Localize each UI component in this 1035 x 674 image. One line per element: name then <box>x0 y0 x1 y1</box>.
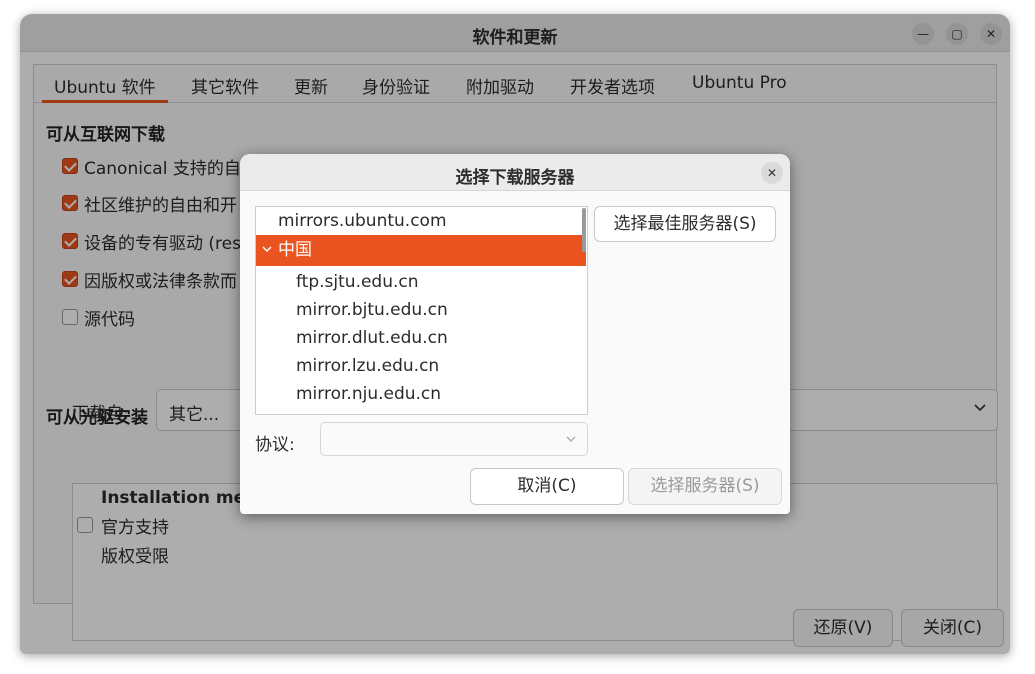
choose-server-dialog: 选择下载服务器 ✕ mirrors.ubuntu.com 中国 ftp.sjtu… <box>240 154 790 514</box>
tree-scrollbar[interactable] <box>582 208 586 252</box>
mirror-row[interactable]: mirror.nju.edu.cn <box>256 380 586 408</box>
chevron-down-icon <box>566 436 576 442</box>
cancel-button[interactable]: 取消(C) <box>470 468 624 505</box>
dialog-title: 选择下载服务器 <box>455 168 575 188</box>
mirror-country-label: 中国 <box>278 240 312 260</box>
mirror-row[interactable]: mirror.bjtu.edu.cn <box>256 296 586 324</box>
mirror-country-row[interactable]: 中国 <box>256 235 586 266</box>
mirror-tree[interactable]: mirrors.ubuntu.com 中国 ftp.sjtu.edu.cn mi… <box>255 206 588 415</box>
protocol-label: 协议: <box>255 435 295 455</box>
dialog-titlebar: 选择下载服务器 ✕ <box>240 154 790 191</box>
dialog-close-button[interactable]: ✕ <box>761 162 783 184</box>
mirror-row[interactable]: mirror.lzu.edu.cn <box>256 352 586 380</box>
mirror-row-main-server[interactable]: mirrors.ubuntu.com <box>256 207 586 235</box>
chevron-down-icon[interactable] <box>262 244 272 254</box>
mirror-row[interactable]: ftp.sjtu.edu.cn <box>256 268 586 296</box>
mirror-row[interactable]: mirror.dlut.edu.cn <box>256 324 586 352</box>
choose-server-button[interactable]: 选择服务器(S) <box>628 468 782 505</box>
select-best-server-button[interactable]: 选择最佳服务器(S) <box>594 206 776 242</box>
protocol-combo[interactable] <box>320 422 588 456</box>
